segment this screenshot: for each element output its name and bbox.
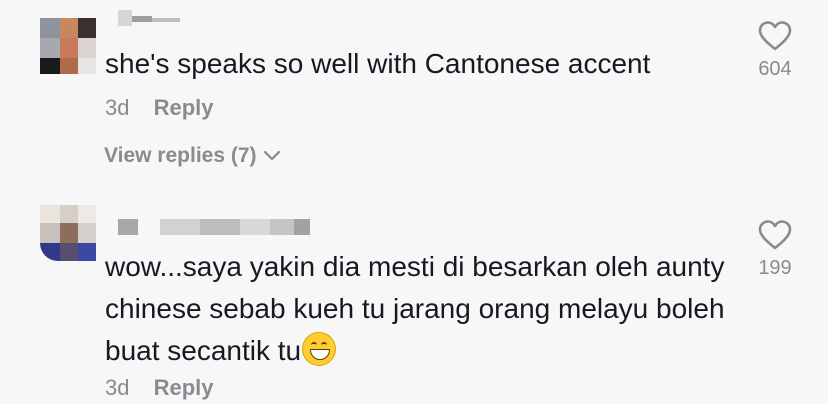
chevron-down-icon (263, 150, 280, 161)
comment-text: she's speaks so well with Cantonese acce… (105, 48, 651, 79)
comment-time: 3d (105, 375, 130, 400)
comment-text-content: wow...saya yakin dia mesti di besarkan o… (105, 251, 725, 366)
reply-button[interactable]: Reply (154, 95, 214, 120)
comment-item: she's speaks so well with Cantonese acce… (0, 0, 828, 190)
view-replies-label: View replies (7) (104, 144, 257, 167)
comment-meta: 3d Reply (105, 375, 214, 401)
like-control: 199 (748, 219, 802, 280)
like-control: 604 (748, 20, 802, 81)
comment-meta: 3d Reply (105, 95, 214, 121)
comment-time: 3d (105, 95, 130, 120)
heart-outline-icon[interactable] (757, 219, 793, 251)
avatar[interactable] (40, 18, 96, 74)
heart-outline-icon[interactable] (757, 20, 793, 52)
like-count: 604 (758, 58, 792, 80)
reply-button[interactable]: Reply (154, 375, 214, 400)
comment-text: wow...saya yakin dia mesti di besarkan o… (105, 246, 725, 372)
like-count: 199 (758, 257, 792, 279)
avatar[interactable] (40, 205, 96, 261)
comment-item: wow...saya yakin dia mesti di besarkan o… (0, 195, 828, 404)
grinning-face-emoji (302, 332, 337, 366)
view-replies-button[interactable]: View replies (7) (104, 144, 281, 168)
